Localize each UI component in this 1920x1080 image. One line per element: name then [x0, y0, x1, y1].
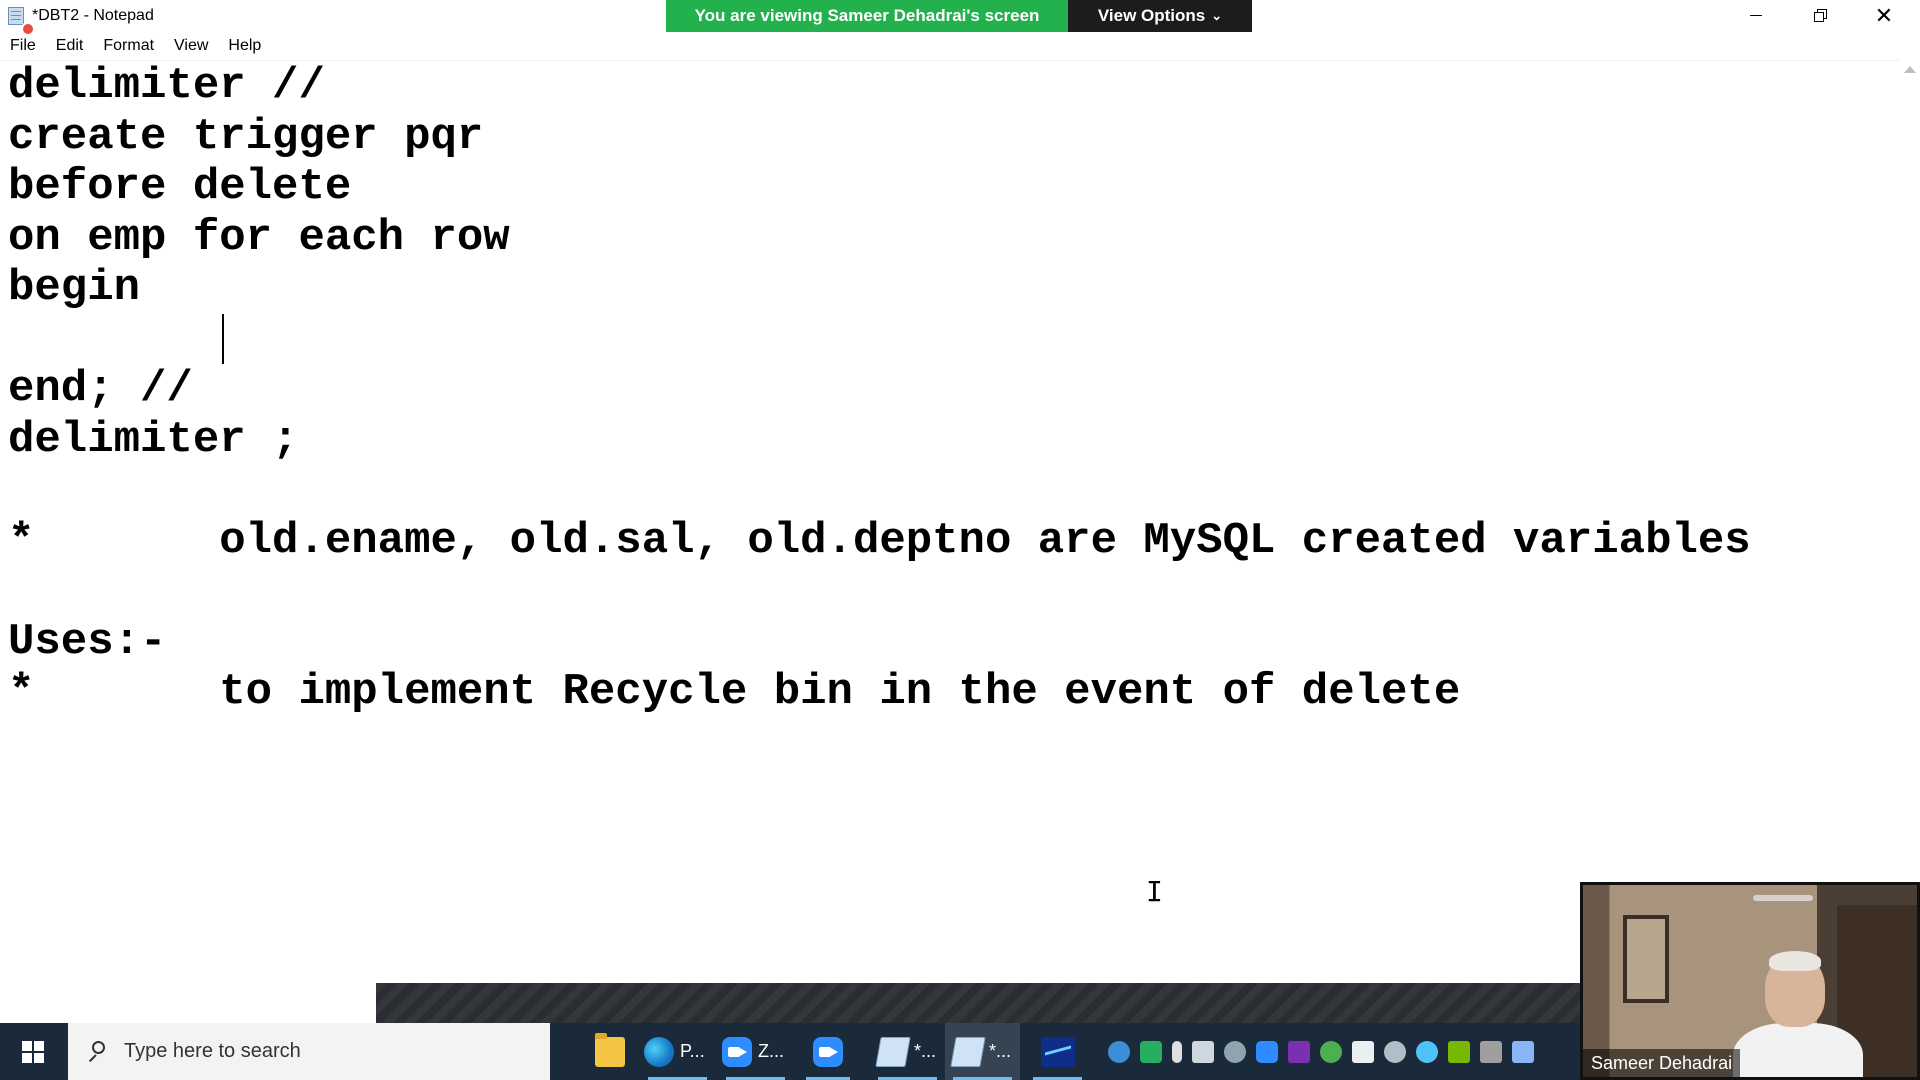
nvidia-icon[interactable] [1448, 1040, 1470, 1063]
wifi-icon[interactable] [1384, 1040, 1406, 1063]
shield-icon[interactable] [1352, 1040, 1374, 1063]
zoom-tray-icon[interactable] [1256, 1040, 1278, 1063]
snowflake-icon[interactable] [1416, 1040, 1438, 1063]
windows-logo-icon [22, 1040, 44, 1063]
notepad-icon [875, 1036, 911, 1067]
menu-edit[interactable]: Edit [46, 37, 94, 55]
security-check-icon[interactable] [1140, 1040, 1162, 1063]
vertical-scrollbar[interactable] [1900, 60, 1920, 983]
editor-line: end; // [8, 364, 193, 414]
taskbar-app-chart[interactable] [1025, 1023, 1090, 1080]
text-editor[interactable]: delimiter // create trigger pqr before d… [0, 60, 1900, 984]
taskbar-app-zoom-meeting[interactable] [798, 1023, 858, 1080]
screen: *DBT2 - Notepad You are viewing Sameer D… [0, 0, 1920, 1080]
wall-picture [1623, 915, 1669, 1003]
menu-format[interactable]: Format [93, 37, 164, 55]
microphone-icon[interactable] [1172, 1040, 1182, 1063]
taskbar-app-file-explorer[interactable] [580, 1023, 640, 1080]
editor-line: on emp for each row [8, 213, 510, 263]
view-options-label: View Options [1097, 6, 1206, 25]
zoom-meeting-icon [813, 1036, 843, 1067]
menu-bar: File Edit Format View Help [0, 33, 1920, 59]
ceiling-fan [1753, 895, 1813, 901]
stock-chart-icon [1040, 1036, 1075, 1067]
participant-name: Sameer Dehadrai [1583, 1049, 1741, 1077]
start-button[interactable] [0, 1023, 66, 1080]
file-explorer-icon [595, 1032, 625, 1067]
taskbar-app-zoom[interactable]: Z... [718, 1023, 793, 1080]
system-tray [1108, 1023, 1534, 1080]
share-toolbar-strip [376, 983, 1580, 1023]
taskbar-search[interactable]: Type here to search [68, 1023, 550, 1080]
menu-file[interactable]: File [0, 37, 46, 55]
onenote-icon[interactable] [1288, 1040, 1310, 1063]
close-button[interactable]: ✕ [1854, 0, 1914, 31]
minimize-icon [1750, 15, 1762, 16]
zoom-icon [722, 1036, 752, 1067]
notepad-app-icon[interactable] [6, 5, 35, 36]
taskbar-app-label: *... [989, 1041, 1012, 1061]
title-bar: *DBT2 - Notepad You are viewing Sameer D… [0, 0, 1920, 36]
window-title: *DBT2 - Notepad [32, 7, 154, 24]
text-caret [222, 314, 224, 364]
menu-view[interactable]: View [164, 37, 218, 55]
editor-line: delimiter // [8, 61, 325, 111]
steam-icon[interactable] [1224, 1040, 1246, 1063]
antivirus-icon[interactable] [1320, 1040, 1342, 1063]
screen-share-banner: You are viewing Sameer Dehadrai's screen… [666, 0, 1252, 32]
app-tray-icon[interactable] [1512, 1040, 1534, 1063]
search-placeholder: Type here to search [124, 1040, 301, 1062]
battery-icon[interactable] [1192, 1040, 1214, 1063]
taskbar-app-label: P... [680, 1041, 705, 1061]
editor-line: Uses:- [8, 617, 167, 667]
editor-line: * to implement Recycle bin in the event … [8, 667, 1461, 717]
device-icon[interactable] [1480, 1040, 1502, 1063]
editor-line: begin [8, 263, 141, 313]
ibeam-cursor-icon: I [1146, 875, 1163, 908]
edge-icon [644, 1036, 674, 1067]
webcam-video[interactable]: Sameer Dehadrai [1580, 882, 1920, 1080]
search-icon [86, 1040, 108, 1063]
view-options-button[interactable]: View Options ⌄ [1068, 0, 1252, 32]
scroll-up-icon[interactable] [1904, 66, 1916, 73]
editor-line: * old.ename, old.sal, old.deptno are MyS… [8, 516, 1751, 566]
taskbar-app-edge[interactable]: P... [640, 1023, 715, 1080]
editor-line: delimiter ; [8, 415, 299, 465]
menu-help[interactable]: Help [218, 37, 271, 55]
restore-button[interactable] [1790, 0, 1850, 31]
close-icon: ✕ [1874, 2, 1894, 28]
editor-line: create trigger pqr [8, 112, 484, 162]
share-banner-message: You are viewing Sameer Dehadrai's screen [666, 0, 1068, 32]
taskbar-app-label: Z... [758, 1041, 784, 1061]
minimize-button[interactable] [1726, 0, 1786, 31]
participant-video [1733, 951, 1863, 1077]
notepad-icon [950, 1036, 986, 1067]
restore-icon [1813, 9, 1827, 22]
taskbar-app-notepad-1[interactable]: *... [870, 1023, 945, 1080]
chevron-down-icon: ⌄ [1211, 8, 1223, 23]
help-icon[interactable] [1108, 1040, 1130, 1063]
editor-line: before delete [8, 162, 352, 212]
taskbar-app-label: *... [914, 1041, 937, 1061]
taskbar-app-notepad-2[interactable]: *... [945, 1023, 1020, 1080]
